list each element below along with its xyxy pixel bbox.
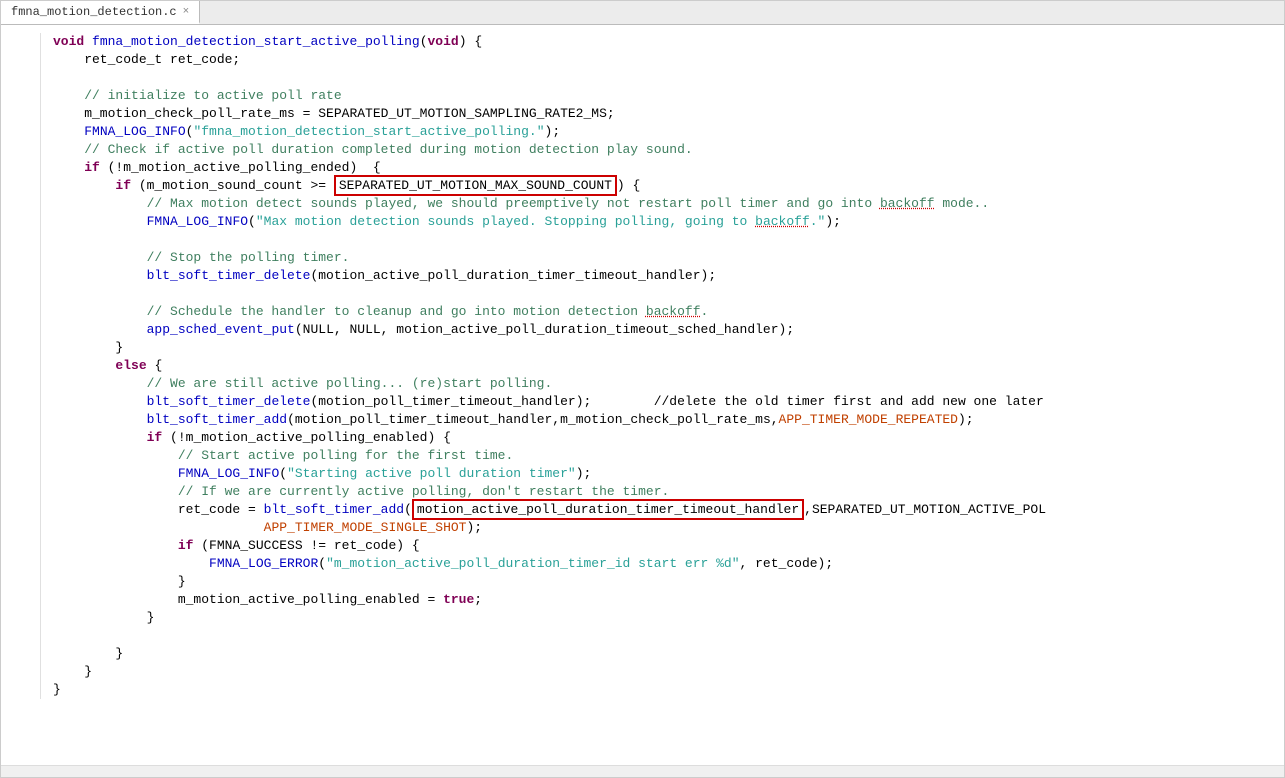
code-editor[interactable]: void fmna_motion_detection_start_active_…: [1, 25, 1284, 765]
code-line-4: // initialize to active poll rate: [1, 87, 1284, 105]
code-line-3: [1, 69, 1284, 87]
horizontal-scrollbar[interactable]: [1, 765, 1284, 777]
code-line-22: blt_soft_timer_add(motion_poll_timer_tim…: [1, 411, 1284, 429]
code-line-30: FMNA_LOG_ERROR("m_motion_active_poll_dur…: [1, 555, 1284, 573]
code-line-16: // Schedule the handler to cleanup and g…: [1, 303, 1284, 321]
code-line-36: }: [1, 663, 1284, 681]
code-line-24: // Start active polling for the first ti…: [1, 447, 1284, 465]
code-line-31: }: [1, 573, 1284, 591]
code-line-17: app_sched_event_put(NULL, NULL, motion_a…: [1, 321, 1284, 339]
code-line-27: ret_code = blt_soft_timer_add(motion_act…: [1, 501, 1284, 519]
code-line-7: // Check if active poll duration complet…: [1, 141, 1284, 159]
code-line-18: }: [1, 339, 1284, 357]
code-line-14: blt_soft_timer_delete(motion_active_poll…: [1, 267, 1284, 285]
code-line-23: if (!m_motion_active_polling_enabled) {: [1, 429, 1284, 447]
code-line-20: // We are still active polling... (re)st…: [1, 375, 1284, 393]
tab-bar: fmna_motion_detection.c ×: [1, 1, 1284, 25]
main-window: fmna_motion_detection.c × void fmna_moti…: [0, 0, 1285, 778]
code-line-2: ret_code_t ret_code;: [1, 51, 1284, 69]
code-line-29: if (FMNA_SUCCESS != ret_code) {: [1, 537, 1284, 555]
code-line-9: if (m_motion_sound_count >= SEPARATED_UT…: [1, 177, 1284, 195]
code-line-15: [1, 285, 1284, 303]
code-line-37: }: [1, 681, 1284, 699]
code-line-12: [1, 231, 1284, 249]
code-line-19: else {: [1, 357, 1284, 375]
tab-filename: fmna_motion_detection.c: [11, 5, 177, 19]
code-line-13: // Stop the polling timer.: [1, 249, 1284, 267]
code-line-21: blt_soft_timer_delete(motion_poll_timer_…: [1, 393, 1284, 411]
code-line-25: FMNA_LOG_INFO("Starting active poll dura…: [1, 465, 1284, 483]
code-line-5: m_motion_check_poll_rate_ms = SEPARATED_…: [1, 105, 1284, 123]
code-line-1: void fmna_motion_detection_start_active_…: [1, 33, 1284, 51]
code-line-11: FMNA_LOG_INFO("Max motion detection soun…: [1, 213, 1284, 231]
code-line-28: APP_TIMER_MODE_SINGLE_SHOT);: [1, 519, 1284, 537]
code-line-32: m_motion_active_polling_enabled = true;: [1, 591, 1284, 609]
code-line-6: FMNA_LOG_INFO("fmna_motion_detection_sta…: [1, 123, 1284, 141]
file-tab[interactable]: fmna_motion_detection.c ×: [1, 1, 200, 24]
code-line-8: if (!m_motion_active_polling_ended) {: [1, 159, 1284, 177]
tab-close-icon[interactable]: ×: [183, 6, 190, 18]
code-line-34: [1, 627, 1284, 645]
code-line-33: }: [1, 609, 1284, 627]
code-line-10: // Max motion detect sounds played, we s…: [1, 195, 1284, 213]
code-line-35: }: [1, 645, 1284, 663]
